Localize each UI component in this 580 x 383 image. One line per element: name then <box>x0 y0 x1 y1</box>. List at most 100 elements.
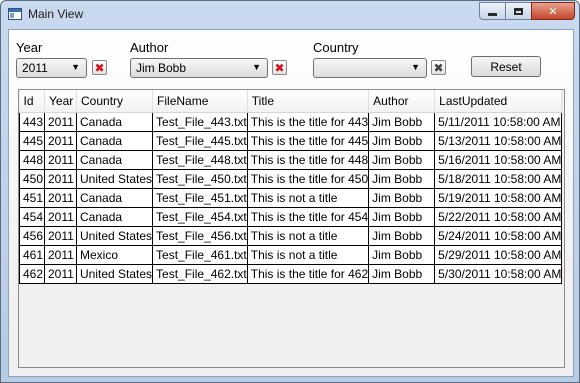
cell-filename[interactable]: Test_File_461.txt <box>152 245 248 265</box>
cell-filename[interactable]: Test_File_448.txt <box>152 150 248 170</box>
reset-button[interactable]: Reset <box>471 56 541 77</box>
table-row[interactable]: 456 2011 United States Test_File_456.txt Thi… <box>19 226 563 246</box>
country-combobox[interactable]: ▼ <box>313 58 427 78</box>
table-row[interactable]: 445 2011 Canada Test_File_445.txt This is th… <box>19 131 563 151</box>
author-label: Author <box>130 40 169 55</box>
table-row[interactable]: 454 2011 Canada Test_File_454.txt This is th… <box>19 207 563 227</box>
cell-author[interactable]: Jim Bobb <box>368 169 436 189</box>
cell-id[interactable]: 451 <box>19 188 45 208</box>
cell-title[interactable]: This is not a title <box>247 245 370 265</box>
table-row[interactable]: 443 2011 Canada Test_File_443.txt This is th… <box>19 112 563 132</box>
cell-filename[interactable]: Test_File_445.txt <box>152 131 248 151</box>
cell-author[interactable]: Jim Bobb <box>368 264 436 284</box>
column-header-author[interactable]: Author <box>368 90 436 113</box>
cell-filename[interactable]: Test_File_462.txt <box>152 264 248 284</box>
table-row[interactable]: 451 2011 Canada Test_File_451.txt This is no… <box>19 188 563 208</box>
cell-year[interactable]: 2011 <box>44 264 77 284</box>
cell-lastupdated[interactable]: 5/22/2011 10:58:00 AM <box>434 207 563 227</box>
cell-filename[interactable]: Test_File_456.txt <box>152 226 248 246</box>
cell-author[interactable]: Jim Bobb <box>368 150 436 170</box>
clear-year-button[interactable]: ✖ <box>92 60 107 75</box>
cell-country[interactable]: Canada <box>76 150 154 170</box>
cell-title[interactable]: This is the title for 450 <box>247 169 370 189</box>
main-window: Main View ✕ Year 2011 ▼ ✖ Author Jim Bob… <box>0 0 580 383</box>
column-header-title[interactable]: Title <box>247 90 370 113</box>
grid-body: 443 2011 Canada Test_File_443.txt This is th… <box>19 112 563 284</box>
author-combobox[interactable]: Jim Bobb ▼ <box>130 58 268 78</box>
cell-title[interactable]: This is the title for 448 <box>247 150 370 170</box>
cell-author[interactable]: Jim Bobb <box>368 112 436 132</box>
cell-title[interactable]: This is the title for 462 <box>247 264 370 284</box>
cell-year[interactable]: 2011 <box>44 245 77 265</box>
clear-x-icon: ✖ <box>433 60 444 75</box>
cell-title[interactable]: This is the title for 443 <box>247 112 370 132</box>
table-row[interactable]: 450 2011 United States Test_File_450.txt Thi… <box>19 169 563 189</box>
close-icon: ✕ <box>548 4 558 18</box>
cell-filename[interactable]: Test_File_454.txt <box>152 207 248 227</box>
cell-author[interactable]: Jim Bobb <box>368 131 436 151</box>
cell-year[interactable]: 2011 <box>44 226 77 246</box>
cell-id[interactable]: 462 <box>19 264 45 284</box>
column-header-lastupdated[interactable]: LastUpdated <box>434 90 563 113</box>
cell-id[interactable]: 461 <box>19 245 45 265</box>
cell-year[interactable]: 2011 <box>44 188 77 208</box>
cell-country[interactable]: Mexico <box>76 245 154 265</box>
cell-author[interactable]: Jim Bobb <box>368 226 436 246</box>
cell-year[interactable]: 2011 <box>44 112 77 132</box>
cell-country[interactable]: Canada <box>76 131 154 151</box>
main-content: Year 2011 ▼ ✖ Author Jim Bobb ▼ ✖ Countr… <box>8 29 574 377</box>
minimize-icon <box>488 12 497 16</box>
table-row[interactable]: 461 2011 Mexico Test_File_461.txt This is no… <box>19 245 563 265</box>
table-row[interactable]: 448 2011 Canada Test_File_448.txt This is th… <box>19 150 563 170</box>
column-header-id[interactable]: Id <box>19 90 45 113</box>
cell-country[interactable]: Canada <box>76 188 154 208</box>
maximize-button[interactable] <box>505 2 532 20</box>
cell-year[interactable]: 2011 <box>44 207 77 227</box>
minimize-button[interactable] <box>479 2 506 20</box>
cell-lastupdated[interactable]: 5/24/2011 10:58:00 AM <box>434 226 563 246</box>
cell-year[interactable]: 2011 <box>44 150 77 170</box>
cell-country[interactable]: Canada <box>76 207 154 227</box>
cell-country[interactable]: United States <box>76 264 154 284</box>
table-row[interactable]: 462 2011 United States Test_File_462.txt Thi… <box>19 264 563 284</box>
cell-lastupdated[interactable]: 5/30/2011 10:58:00 AM <box>434 264 563 284</box>
title-bar[interactable]: Main View ✕ <box>1 1 579 29</box>
cell-author[interactable]: Jim Bobb <box>368 245 436 265</box>
cell-filename[interactable]: Test_File_451.txt <box>152 188 248 208</box>
cell-author[interactable]: Jim Bobb <box>368 207 436 227</box>
column-header-year[interactable]: Year <box>44 90 77 113</box>
cell-year[interactable]: 2011 <box>44 131 77 151</box>
cell-id[interactable]: 454 <box>19 207 45 227</box>
cell-lastupdated[interactable]: 5/16/2011 10:58:00 AM <box>434 150 563 170</box>
cell-title[interactable]: This is not a title <box>247 188 370 208</box>
files-data-grid[interactable]: Id Year Country FileName Title Author La… <box>18 89 565 368</box>
cell-title[interactable]: This is the title for 454 <box>247 207 370 227</box>
cell-title[interactable]: This is the title for 445 <box>247 131 370 151</box>
cell-year[interactable]: 2011 <box>44 169 77 189</box>
cell-id[interactable]: 443 <box>19 112 45 132</box>
column-header-filename[interactable]: FileName <box>152 90 248 113</box>
clear-country-button[interactable]: ✖ <box>431 60 446 75</box>
files-table: Id Year Country FileName Title Author La… <box>19 90 563 284</box>
cell-id[interactable]: 456 <box>19 226 45 246</box>
cell-lastupdated[interactable]: 5/18/2011 10:58:00 AM <box>434 169 563 189</box>
cell-country[interactable]: United States <box>76 226 154 246</box>
cell-filename[interactable]: Test_File_443.txt <box>152 112 248 132</box>
cell-lastupdated[interactable]: 5/13/2011 10:58:00 AM <box>434 131 563 151</box>
cell-lastupdated[interactable]: 5/11/2011 10:58:00 AM <box>434 112 563 132</box>
cell-title[interactable]: This is not a title <box>247 226 370 246</box>
cell-id[interactable]: 448 <box>19 150 45 170</box>
cell-id[interactable]: 445 <box>19 131 45 151</box>
year-combobox[interactable]: 2011 ▼ <box>16 58 87 78</box>
cell-country[interactable]: United States <box>76 169 154 189</box>
cell-id[interactable]: 450 <box>19 169 45 189</box>
clear-x-icon: ✖ <box>274 60 285 75</box>
close-window-button[interactable]: ✕ <box>531 2 575 20</box>
cell-lastupdated[interactable]: 5/29/2011 10:58:00 AM <box>434 245 563 265</box>
clear-author-button[interactable]: ✖ <box>272 60 287 75</box>
cell-country[interactable]: Canada <box>76 112 154 132</box>
cell-lastupdated[interactable]: 5/19/2011 10:58:00 AM <box>434 188 563 208</box>
column-header-country[interactable]: Country <box>76 90 154 113</box>
cell-filename[interactable]: Test_File_450.txt <box>152 169 248 189</box>
cell-author[interactable]: Jim Bobb <box>368 188 436 208</box>
